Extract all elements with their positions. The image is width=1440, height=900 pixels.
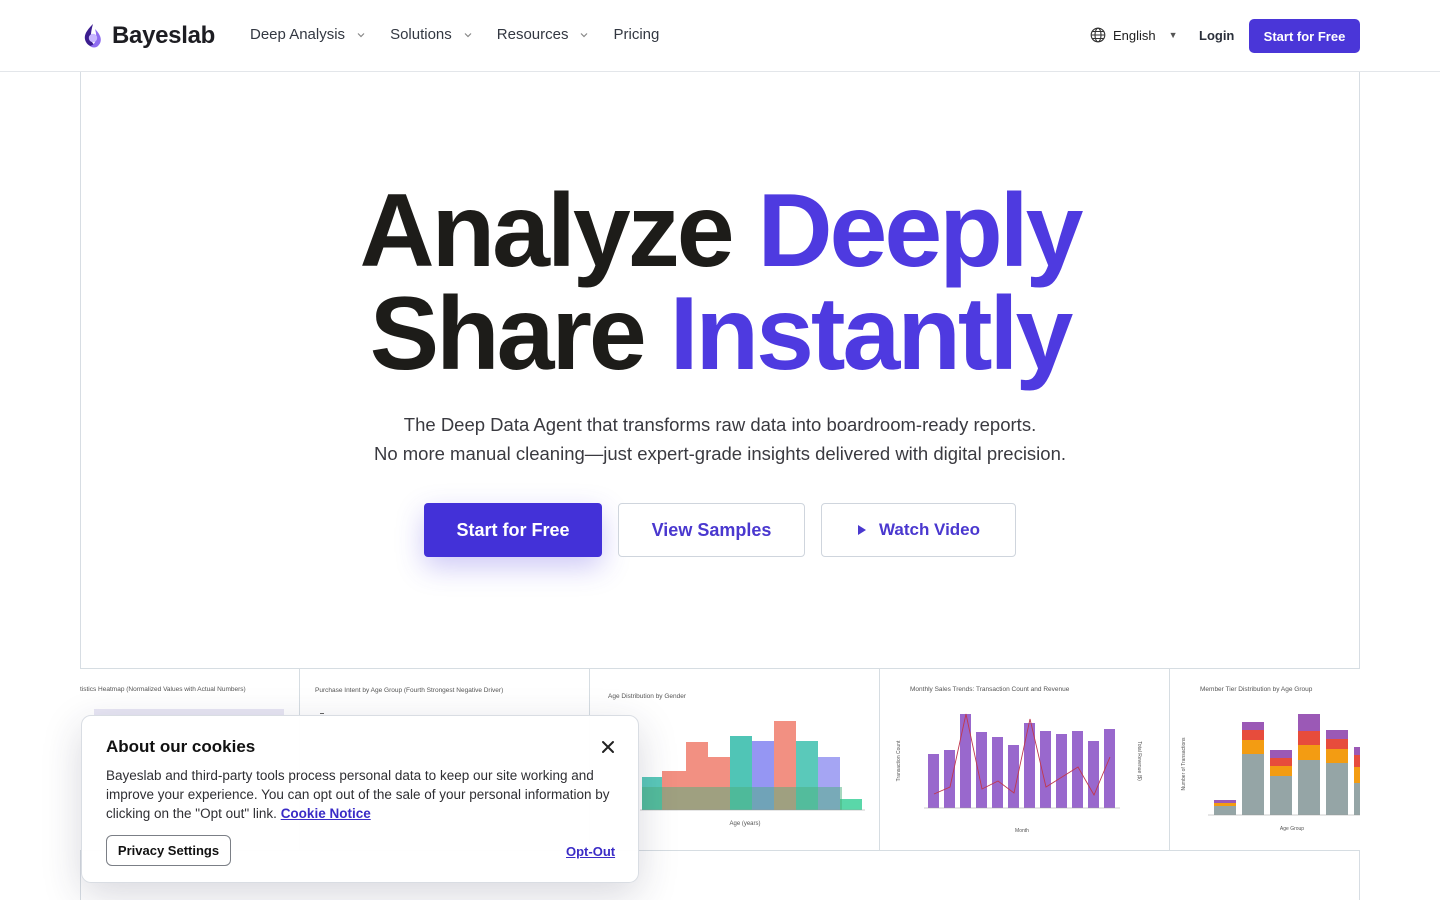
- nav-item-resources[interactable]: Resources: [497, 26, 590, 43]
- close-icon[interactable]: [599, 738, 617, 756]
- headline-word: Analyze: [359, 173, 735, 289]
- monthly-sales-thumbnail: Transaction Count Total Revenue ($) Mont…: [896, 713, 1142, 834]
- headline-word: Share: [369, 276, 647, 392]
- subtitle-line-1: The Deep Data Agent that transforms raw …: [403, 414, 1037, 435]
- y-axis-right-label: Total Revenue ($): [1136, 741, 1142, 781]
- watch-video-label: Watch Video: [878, 520, 981, 539]
- headline-line-1: Analyze Deeply: [0, 179, 1440, 283]
- headline-accent-word: Instantly: [669, 276, 1074, 392]
- hero-subtitle: The Deep Data Agent that transforms raw …: [0, 410, 1440, 468]
- preview-panel-member-tier[interactable]: Member Tier Distribution by Age Group Nu…: [1170, 669, 1360, 850]
- cookie-banner: About our cookies Bayeslab and third-par…: [81, 715, 639, 883]
- cookie-body: Bayeslab and third-party tools process p…: [106, 766, 616, 823]
- brand-name: Bayeslab: [112, 22, 215, 49]
- hero-headline: Analyze Deeply Share Instantly: [0, 179, 1440, 386]
- brand-logo[interactable]: Bayeslab: [82, 22, 215, 50]
- privacy-settings-button[interactable]: Privacy Settings: [106, 835, 231, 866]
- nav-item-label: Pricing: [613, 26, 660, 43]
- chevron-down-icon: [464, 32, 472, 37]
- login-link[interactable]: Login: [1199, 28, 1234, 43]
- nav-item-label: Resources: [496, 26, 569, 43]
- y-axis-left-label: Transaction Count: [896, 740, 902, 781]
- language-selector[interactable]: English ▼: [1090, 27, 1178, 43]
- globe-icon: [1090, 27, 1106, 43]
- top-nav: Bayeslab Deep Analysis Solutions Resourc…: [0, 0, 1440, 72]
- nav-item-solutions[interactable]: Solutions: [390, 26, 473, 43]
- nav-item-pricing[interactable]: Pricing: [613, 26, 659, 43]
- cookie-title: About our cookies: [106, 737, 256, 756]
- opt-out-link[interactable]: Opt-Out: [566, 844, 615, 859]
- language-label: English: [1113, 27, 1156, 43]
- view-samples-button[interactable]: View Samples: [618, 503, 805, 557]
- start-for-free-button[interactable]: Start for Free: [424, 503, 602, 557]
- caret-down-icon: ▼: [1168, 30, 1178, 40]
- x-axis-label: Month: [1015, 828, 1029, 834]
- nav-item-label: Solutions: [390, 26, 452, 43]
- nav-item-label: Deep Analysis: [250, 26, 346, 43]
- x-axis-label: Age Group: [1280, 826, 1304, 832]
- subtitle-line-2: No more manual cleaning—just expert-grad…: [373, 443, 1067, 464]
- nav-links: Deep Analysis Solutions Resources Pricin…: [250, 26, 683, 43]
- watch-video-button[interactable]: Watch Video: [821, 503, 1016, 557]
- x-axis-label: Age (years): [729, 821, 760, 827]
- bayeslab-logo-icon: [84, 24, 101, 48]
- member-tier-thumbnail: Number of Transactions Age Group: [1181, 714, 1360, 832]
- nav-item-deep-analysis[interactable]: Deep Analysis: [250, 26, 366, 43]
- preview-panel-monthly-sales[interactable]: Monthly Sales Trends: Transaction Count …: [880, 669, 1170, 850]
- headline-line-2: Share Instantly: [0, 282, 1440, 386]
- play-icon: [857, 525, 866, 535]
- headline-accent-word: Deeply: [757, 173, 1083, 289]
- nav-start-free-button[interactable]: Start for Free: [1249, 19, 1360, 53]
- y-axis-label: Number of Transactions: [1181, 737, 1187, 791]
- cookie-notice-link[interactable]: Cookie Notice: [281, 806, 371, 821]
- chevron-down-icon: [581, 32, 588, 37]
- chevron-down-icon: [357, 32, 365, 37]
